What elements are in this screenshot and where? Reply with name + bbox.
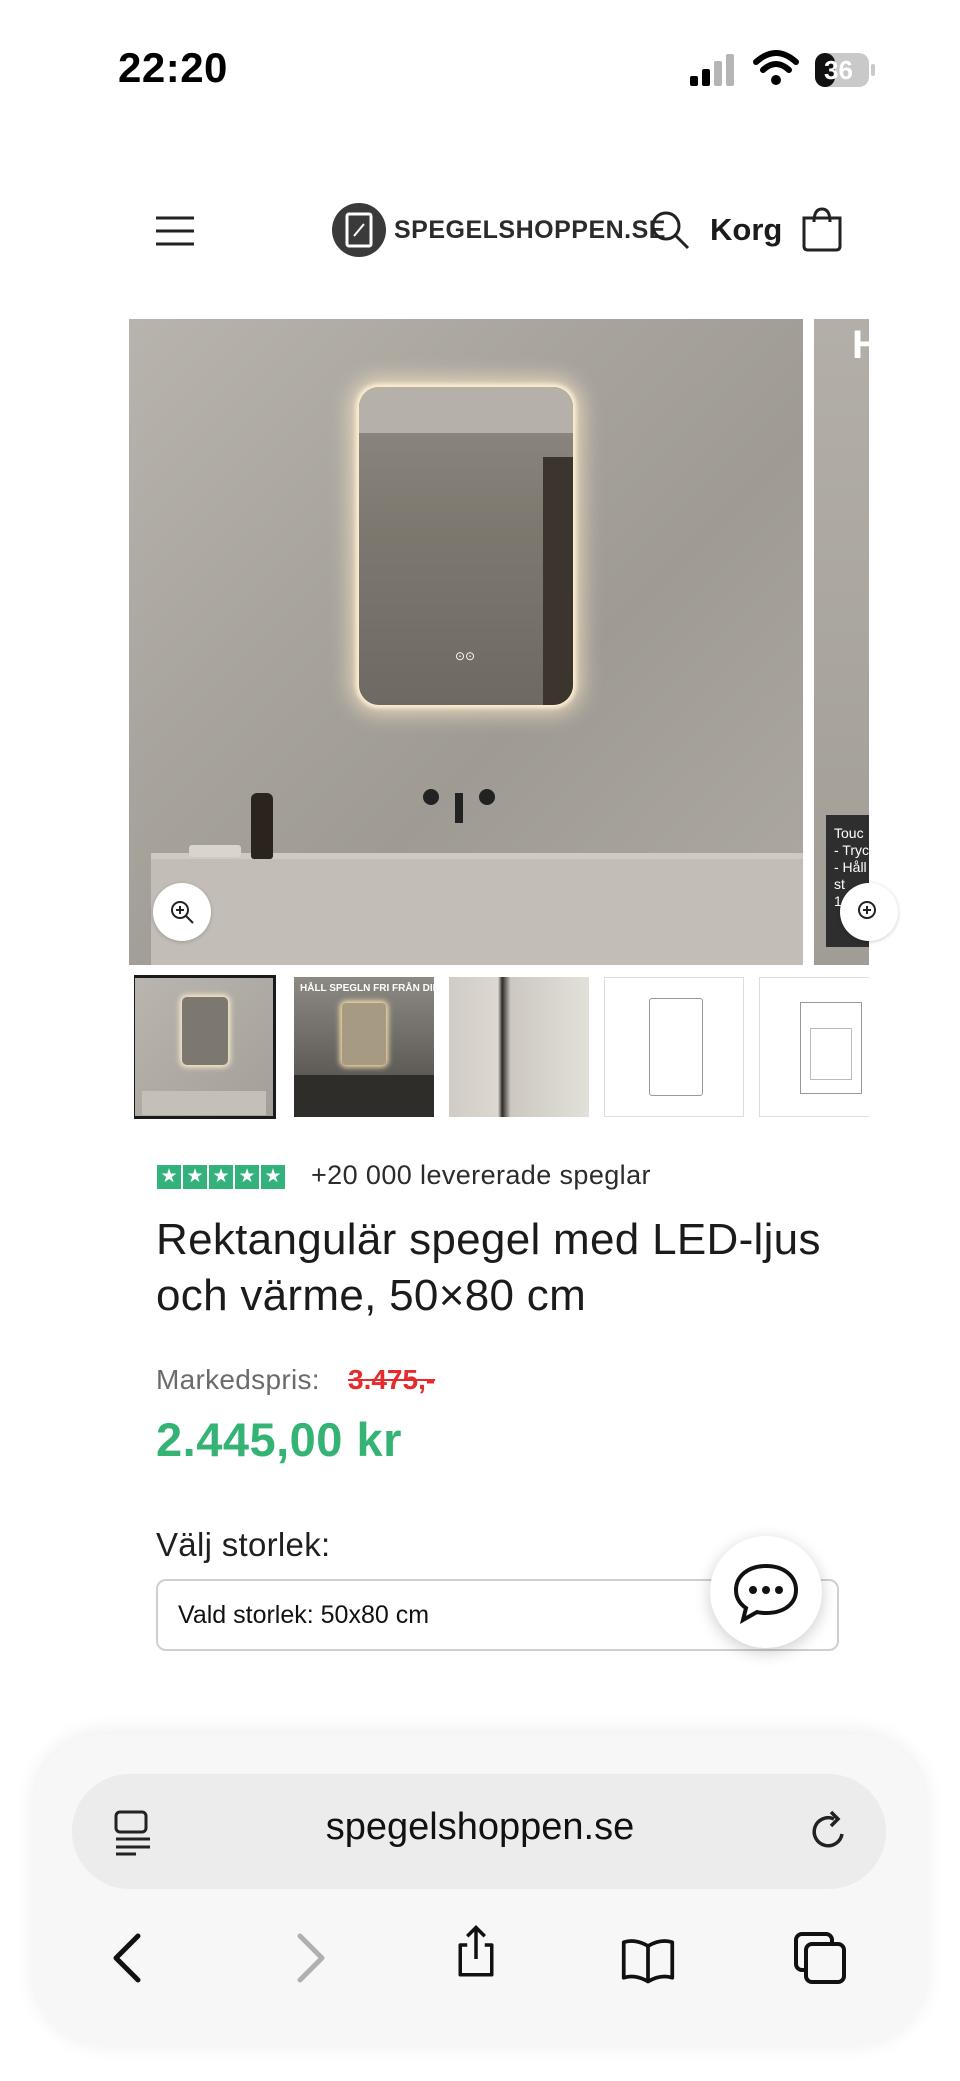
star-icon: ★ bbox=[157, 1165, 181, 1189]
sale-price: 2.445,00 kr bbox=[156, 1413, 402, 1466]
reload-icon[interactable] bbox=[804, 1806, 854, 1856]
mirror-logo-icon bbox=[332, 203, 386, 257]
hamburger-icon[interactable] bbox=[150, 206, 200, 256]
washbasin bbox=[151, 859, 803, 965]
share-icon[interactable] bbox=[448, 1924, 504, 1980]
bag-icon[interactable] bbox=[800, 204, 844, 254]
chat-button[interactable] bbox=[710, 1536, 822, 1648]
battery-level: 36 bbox=[824, 55, 853, 85]
chat-bubble-icon bbox=[733, 1563, 799, 1624]
star-icon: ★ bbox=[235, 1165, 259, 1189]
thumbnail[interactable] bbox=[449, 977, 589, 1117]
back-icon[interactable] bbox=[102, 1930, 158, 1986]
faucet bbox=[423, 789, 495, 823]
zoom-button-next[interactable] bbox=[840, 883, 898, 941]
signal-icon bbox=[690, 54, 734, 86]
rating-stars: ★ ★ ★ ★ ★ bbox=[157, 1165, 285, 1189]
url-text[interactable]: spegelshoppen.se bbox=[220, 1806, 740, 1849]
reader-icon[interactable] bbox=[110, 1808, 156, 1856]
thumbnail[interactable] bbox=[759, 977, 869, 1117]
touch-control-icon: ⊙⊙ bbox=[455, 649, 476, 663]
thumbnail[interactable] bbox=[134, 975, 276, 1119]
star-icon: ★ bbox=[209, 1165, 233, 1189]
size-label: Välj storlek: bbox=[156, 1526, 331, 1563]
bookmarks-icon[interactable] bbox=[620, 1932, 676, 1988]
thumbnail-strip: HÅLL SPEGLN FRI FRÅN DIMMA bbox=[134, 975, 869, 1123]
battery-icon: 36 bbox=[814, 52, 876, 88]
next-slide-title: H bbox=[852, 323, 869, 367]
compare-price-label: Markedspris: bbox=[156, 1364, 320, 1395]
product-title: Rektangulär spegel med LED-ljus och värm… bbox=[156, 1215, 821, 1320]
star-icon: ★ bbox=[183, 1165, 207, 1189]
zoom-button[interactable] bbox=[153, 883, 211, 941]
soap-bottle bbox=[251, 793, 273, 859]
product-image-next[interactable]: H Touc - Tryc - Håll st 1 bbox=[814, 319, 869, 965]
led-mirror-image: ⊙⊙ bbox=[359, 387, 573, 705]
wifi-icon bbox=[753, 50, 799, 85]
thumbnail[interactable]: HÅLL SPEGLN FRI FRÅN DIMMA bbox=[294, 977, 434, 1117]
product-image-main[interactable]: ⊙⊙ bbox=[129, 319, 803, 965]
delivered-count: +20 000 levererade speglar bbox=[311, 1160, 651, 1190]
zoom-icon bbox=[171, 901, 194, 924]
zoom-icon bbox=[858, 901, 876, 919]
thumbnail-caption: HÅLL SPEGLN FRI FRÅN DIMMA bbox=[300, 983, 434, 994]
site-logo[interactable]: SPEGELSHOPPEN.SE bbox=[332, 202, 666, 258]
size-selected-value: Vald storlek: 50x80 cm bbox=[178, 1600, 430, 1629]
cart-label[interactable]: Korg bbox=[710, 212, 782, 248]
thumbnail[interactable] bbox=[604, 977, 744, 1117]
compare-price: 3.475,- bbox=[348, 1364, 436, 1395]
star-icon: ★ bbox=[261, 1165, 285, 1189]
tabs-icon[interactable] bbox=[792, 1930, 848, 1986]
search-icon[interactable] bbox=[648, 208, 692, 252]
logo-text: SPEGELSHOPPEN.SE bbox=[394, 215, 666, 244]
forward-icon[interactable] bbox=[280, 1930, 336, 1986]
status-time: 22:20 bbox=[118, 44, 228, 91]
